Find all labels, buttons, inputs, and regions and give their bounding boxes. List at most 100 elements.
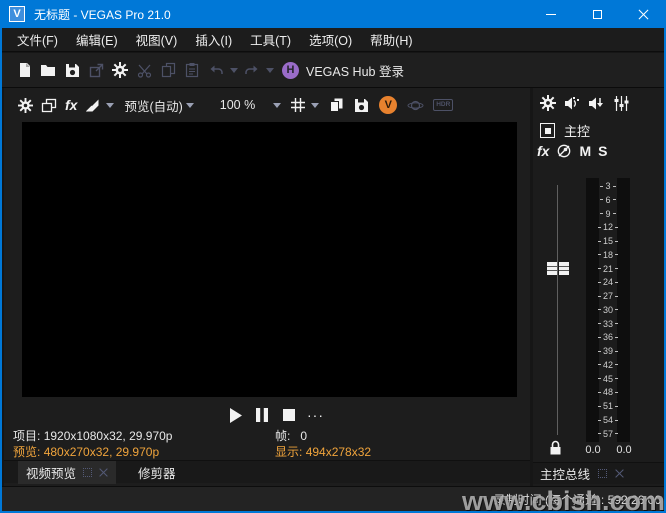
transport-more-button[interactable]: ···: [307, 407, 324, 423]
faders-icon: [614, 96, 629, 111]
scale-tick: [598, 351, 601, 352]
preview-settings-button[interactable]: [18, 93, 33, 117]
channel-lock-button[interactable]: [549, 440, 562, 455]
scale-number: 57: [603, 429, 613, 439]
redo-dropdown[interactable]: [266, 68, 274, 73]
zoom-dropdown[interactable]: [273, 103, 281, 108]
copy-snapshot-icon: [329, 97, 344, 113]
mixing-console-button[interactable]: [614, 96, 629, 111]
menu-item-5[interactable]: 选项(O): [300, 28, 361, 52]
scale-number: 30: [603, 305, 613, 315]
save-snapshot-button[interactable]: [354, 93, 369, 117]
menu-item-1[interactable]: 编辑(E): [67, 28, 127, 52]
undock-icon[interactable]: [83, 468, 92, 477]
video-display[interactable]: [22, 122, 517, 397]
video-fx-button[interactable]: fx: [65, 93, 77, 117]
vegas-hub-login-button[interactable]: VEGAS Hub 登录: [306, 61, 404, 80]
scale-tick: [615, 227, 618, 228]
cut-button[interactable]: [132, 57, 156, 83]
mixer-settings-button[interactable]: [540, 95, 556, 111]
bus-fx-button[interactable]: fx: [537, 143, 549, 159]
preview-quality-button[interactable]: 预览(自动): [124, 96, 182, 115]
settings-button[interactable]: [108, 57, 132, 83]
zoom-level[interactable]: 100 %: [220, 98, 255, 112]
meter-scale-row: 48: [596, 387, 620, 397]
scale-tick: [600, 213, 603, 214]
menu-item-3[interactable]: 插入(I): [186, 28, 241, 52]
scale-number: 39: [603, 346, 613, 356]
volume-fader-handle-left[interactable]: [547, 262, 557, 275]
external-monitor-button[interactable]: [41, 93, 57, 117]
scale-number: 12: [603, 222, 613, 232]
insert-bus-button[interactable]: [589, 97, 604, 110]
redo-button[interactable]: [240, 57, 264, 83]
titlebar[interactable]: V 无标题 - VEGAS Pro 21.0: [0, 0, 666, 28]
save-icon: [65, 63, 80, 78]
mixer-undock-icon[interactable]: [598, 469, 607, 478]
display-label: 显示:: [275, 445, 302, 459]
grid-overlay-button[interactable]: [291, 93, 305, 117]
preview-fader-button[interactable]: [564, 97, 579, 110]
meter-scale-row: 54: [596, 415, 620, 425]
mixer-close-tab-icon[interactable]: [615, 469, 624, 478]
close-tab-icon[interactable]: [99, 468, 108, 477]
scale-number: 54: [603, 415, 613, 425]
play-icon: [229, 408, 242, 423]
scale-tick: [615, 268, 618, 269]
scale-tick: [598, 241, 601, 242]
open-project-button[interactable]: [36, 57, 60, 83]
menu-item-6[interactable]: 帮助(H): [361, 28, 421, 52]
tab-master-bus-label[interactable]: 主控总线: [540, 464, 590, 483]
mixer-tab-bar: 主控总线: [533, 462, 664, 484]
preview-quality-dropdown[interactable]: [186, 103, 194, 108]
app-logo-icon: V: [9, 6, 25, 22]
overlays-dropdown[interactable]: [106, 103, 114, 108]
mixer-panel: 主控 fx M S 369121518212427303336394245485…: [533, 88, 664, 486]
close-button[interactable]: [620, 0, 666, 28]
copy-icon: [161, 62, 176, 78]
grid-dropdown[interactable]: [311, 103, 319, 108]
downmix-button[interactable]: [556, 143, 572, 159]
undo-button[interactable]: [204, 57, 228, 83]
undo-dropdown[interactable]: [230, 68, 238, 73]
paste-button[interactable]: [180, 57, 204, 83]
minimize-button[interactable]: [528, 0, 574, 28]
mute-button[interactable]: M: [579, 143, 591, 159]
tab-trimmer[interactable]: 修剪器: [138, 463, 176, 482]
meter-scale-row: 6: [596, 195, 620, 205]
overlays-button[interactable]: [85, 93, 100, 117]
360-icon: [407, 98, 424, 113]
volume-fader-handle-right[interactable]: [559, 262, 569, 275]
preview-label: 预览:: [13, 445, 40, 459]
scale-tick: [598, 227, 601, 228]
menu-item-4[interactable]: 工具(T): [241, 28, 300, 52]
stop-button[interactable]: [280, 406, 298, 424]
play-button[interactable]: [226, 406, 244, 424]
scale-tick: [600, 199, 603, 200]
save-project-button[interactable]: [60, 57, 84, 83]
scale-tick: [600, 186, 603, 187]
menu-item-0[interactable]: 文件(F): [8, 28, 67, 52]
copy-button[interactable]: [156, 57, 180, 83]
solo-button[interactable]: S: [598, 143, 607, 159]
scale-number: 36: [603, 332, 613, 342]
hdr-button[interactable]: HDR: [433, 93, 453, 117]
preview-360-button[interactable]: [407, 93, 424, 117]
meter-scale-row: 51: [596, 401, 620, 411]
vegas-capture-button[interactable]: V: [379, 93, 397, 117]
new-project-button[interactable]: [12, 57, 36, 83]
maximize-button[interactable]: [574, 0, 620, 28]
master-bus-icon[interactable]: [540, 123, 555, 138]
scale-tick: [615, 433, 618, 434]
transport-controls: ···: [226, 406, 324, 424]
maximize-icon: [593, 10, 602, 19]
tab-video-preview[interactable]: 视频预览: [18, 461, 116, 484]
copy-snapshot-button[interactable]: [329, 93, 344, 117]
menu-item-2[interactable]: 视图(V): [127, 28, 187, 52]
pause-button[interactable]: [253, 406, 271, 424]
meter-scale-row: 45: [596, 374, 620, 384]
scale-tick: [598, 433, 601, 434]
volume-fader-track[interactable]: [557, 185, 558, 435]
project-properties-button[interactable]: [84, 57, 108, 83]
vegas-hub-icon[interactable]: H: [282, 62, 299, 79]
